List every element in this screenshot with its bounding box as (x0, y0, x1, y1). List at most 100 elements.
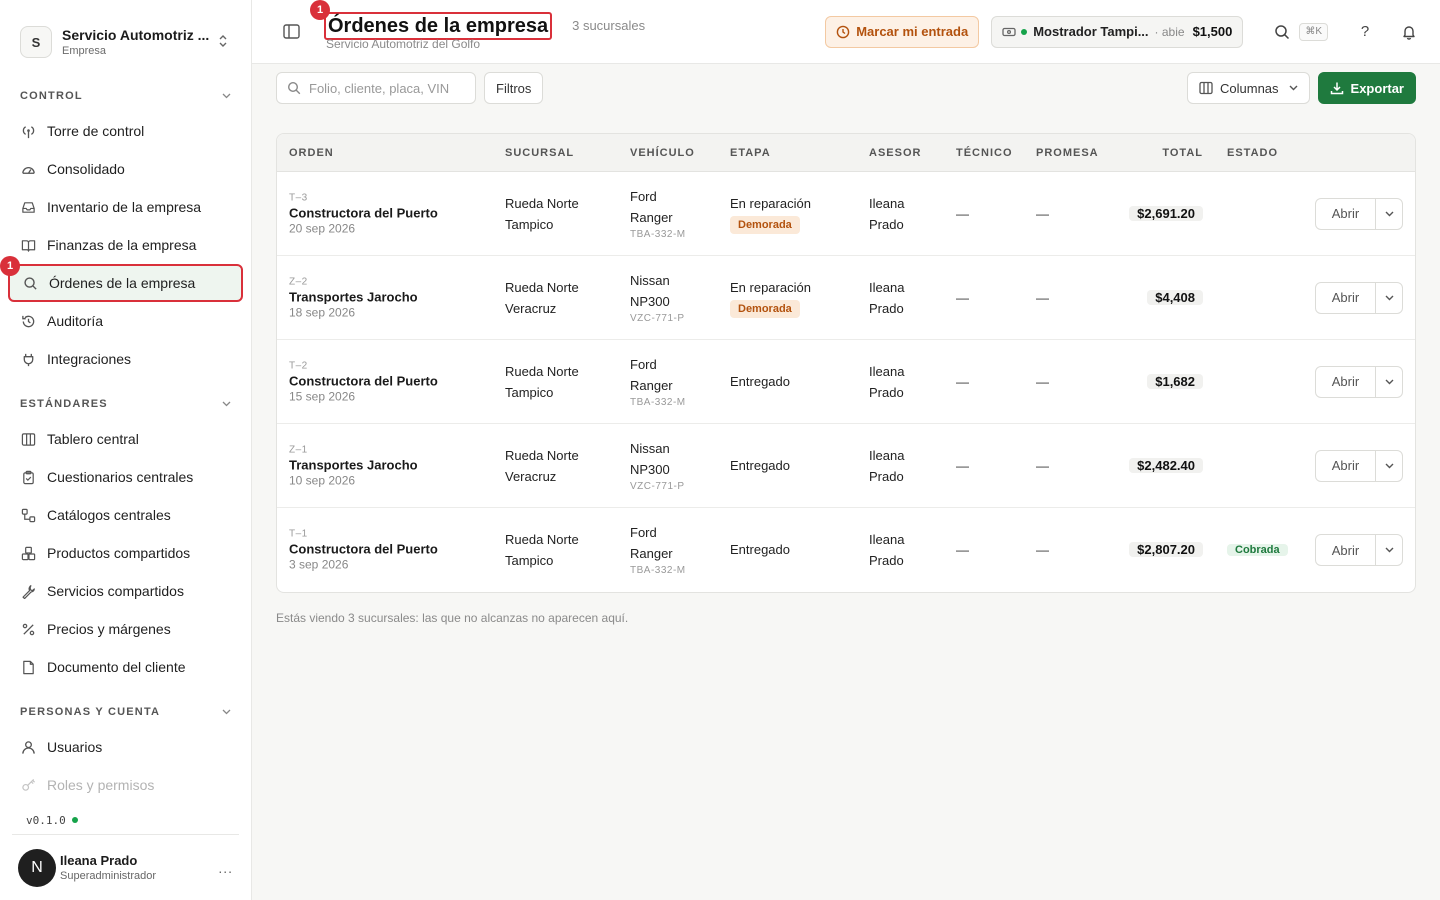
search-icon (287, 81, 301, 95)
sidebar-item-torre-de-control[interactable]: Torre de control (8, 112, 243, 150)
bell-icon[interactable] (1398, 21, 1420, 43)
status-dot (71, 817, 78, 823)
column-header: SUCURSAL (505, 146, 575, 159)
sidebar-item-documento-del-cliente[interactable]: Documento del cliente (8, 648, 243, 686)
sidebar-item-label: Usuarios (47, 739, 103, 755)
order-date: 18 sep 2026 (289, 305, 356, 319)
branch-name: Rueda Norte (505, 363, 579, 379)
table-row[interactable]: Z–1 Transportes Jarocho 10 sep 2026 Rueda N… (277, 424, 1415, 508)
table-row[interactable]: T–2 Constructora del Puerto 15 sep 2026 Rue… (277, 340, 1415, 424)
branch-cell: Rueda Norte Veracruz (505, 277, 579, 319)
open-split-button[interactable]: Abrir (1315, 534, 1403, 566)
sidebar-item-ordenes-de-la-empresa[interactable]: 1 Órdenes de la empresa (0, 256, 243, 302)
section-header-2[interactable]: PERSONAS Y CUENTA (0, 696, 251, 728)
inbox-icon (20, 199, 36, 215)
section-header-0[interactable]: CONTROL (0, 80, 251, 112)
help-icon[interactable]: ? (1354, 21, 1376, 43)
sidebar-toggle-icon[interactable] (280, 21, 302, 43)
export-button[interactable]: Exportar (1317, 72, 1416, 104)
sidebar-item-label: Inventario de la empresa (47, 199, 202, 215)
vehicle-plate: TBA-332-M (630, 565, 686, 576)
technician-cell: — (956, 290, 969, 305)
total-cell: $4,408 (1147, 287, 1203, 309)
sidebar-item-roles-y-permisos[interactable]: Roles y permisos (8, 766, 243, 804)
section-header-1[interactable]: ESTÁNDARES (0, 388, 251, 420)
actions-cell: Abrir (1315, 197, 1403, 230)
vehicle-cell: Nissan NP300 VZC-771-P (630, 438, 685, 494)
technician-cell: — (956, 458, 969, 473)
promise-cell: — (1036, 374, 1049, 389)
order-folio: T–2 (289, 360, 308, 371)
clock-in-button[interactable]: Marcar mi entrada (825, 15, 980, 48)
org-switcher[interactable]: S Servicio Automotriz ... Empresa (0, 0, 251, 66)
vehicle-cell: Ford Ranger TBA-332-M (630, 354, 686, 410)
open-button[interactable]: Abrir (1316, 450, 1376, 481)
open-button[interactable]: Abrir (1316, 282, 1376, 313)
chevron-up-down-icon (215, 34, 231, 51)
sidebar-item-usuarios[interactable]: Usuarios (8, 728, 243, 766)
branch-cell: Rueda Norte Veracruz (505, 445, 579, 487)
table-row[interactable]: T–3 Constructora del Puerto 20 sep 2026 Rue… (277, 172, 1415, 256)
sidebar-item-precios-y-margenes[interactable]: Precios y márgenes (8, 610, 243, 648)
more-icon[interactable]: ... (218, 860, 233, 876)
stage-label: En reparación (730, 195, 811, 211)
search-icon[interactable] (1271, 21, 1293, 43)
vehicle-model: Ranger (630, 377, 673, 393)
search-input[interactable] (309, 80, 449, 96)
sidebar-item-consolidado[interactable]: Consolidado (8, 150, 243, 188)
branch-name: Rueda Norte (505, 447, 579, 463)
sidebar-item-cuestionarios-centrales[interactable]: Cuestionarios centrales (8, 458, 243, 496)
technician-cell: — (956, 542, 969, 558)
search-box[interactable] (276, 72, 476, 104)
table-row[interactable]: T–1 Constructora del Puerto 3 sep 2026 Rued… (277, 508, 1415, 592)
open-split-button[interactable]: Abrir (1315, 449, 1403, 482)
column-header: ESTADO (1227, 146, 1279, 159)
vehicle-model: Ranger (630, 209, 673, 225)
vehicle-cell: Nissan NP300 VZC-771-P (630, 270, 685, 326)
sidebar-item-finanzas-de-la-empresa[interactable]: Finanzas de la empresa (8, 226, 243, 264)
vehicle-model: Ranger (630, 546, 673, 561)
key-icon (20, 777, 36, 793)
branch-city: Veracruz (505, 300, 557, 316)
sidebar-item-inventario-de-la-empresa[interactable]: Inventario de la empresa (8, 188, 243, 226)
sidebar-item-servicios-compartidos[interactable]: Servicios compartidos (8, 572, 243, 610)
clipboard-icon (20, 469, 36, 485)
avatar: N (18, 848, 56, 887)
promise-cell: — (1036, 290, 1049, 305)
chevron-down-icon[interactable] (1376, 283, 1402, 313)
order-client: Transportes Jarocho (289, 289, 418, 304)
sidebar-item-auditoria[interactable]: Auditoría (8, 302, 243, 340)
advisor-cell: Ileana Prado (869, 193, 904, 235)
advisor-first-name: Ileana (869, 195, 905, 211)
columns-button[interactable]: Columnas (1187, 72, 1310, 104)
cash-register-button[interactable]: Mostrador Tampi... · abie $1,500 (991, 15, 1244, 48)
chevron-down-icon[interactable] (1376, 535, 1402, 565)
chevron-down-icon[interactable] (1376, 199, 1402, 229)
open-split-button[interactable]: Abrir (1315, 281, 1403, 314)
column-header: TÉCNICO (956, 146, 1013, 159)
open-button[interactable]: Abrir (1316, 366, 1376, 397)
open-button[interactable]: Abrir (1316, 198, 1376, 229)
file-icon (20, 659, 36, 675)
chevron-down-icon[interactable] (1376, 367, 1402, 397)
sidebar-item-label: Roles y permisos (47, 777, 155, 793)
topbar: 1 Órdenes de la empresa Servicio Automot… (252, 0, 1440, 64)
order-folio: T–1 (289, 528, 308, 540)
chevron-down-icon[interactable] (1376, 451, 1402, 481)
open-split-button[interactable]: Abrir (1315, 197, 1403, 230)
open-button[interactable]: Abrir (1316, 535, 1376, 565)
actions-cell: Abrir (1315, 365, 1403, 398)
version-label: v0.1.0 (26, 813, 66, 827)
sidebar-item-label: Tablero central (47, 431, 139, 447)
sidebar-item-tablero-central[interactable]: Tablero central (8, 420, 243, 458)
sidebar-item-integraciones[interactable]: Integraciones (8, 340, 243, 378)
table-row[interactable]: Z–2 Transportes Jarocho 18 sep 2026 Rueda N… (277, 256, 1415, 340)
sidebar-item-productos-compartidos[interactable]: Productos compartidos (8, 534, 243, 572)
open-split-button[interactable]: Abrir (1315, 365, 1403, 398)
user-name: Ileana Prado (60, 852, 138, 868)
user-menu[interactable]: N Ileana Prado Superadministrador ... (12, 834, 239, 900)
sidebar-item-catalogos-centrales[interactable]: Catálogos centrales (8, 496, 243, 534)
actions-cell: Abrir (1315, 449, 1403, 482)
filters-button[interactable]: Filtros (484, 72, 544, 104)
order-folio: T–3 (289, 192, 308, 203)
